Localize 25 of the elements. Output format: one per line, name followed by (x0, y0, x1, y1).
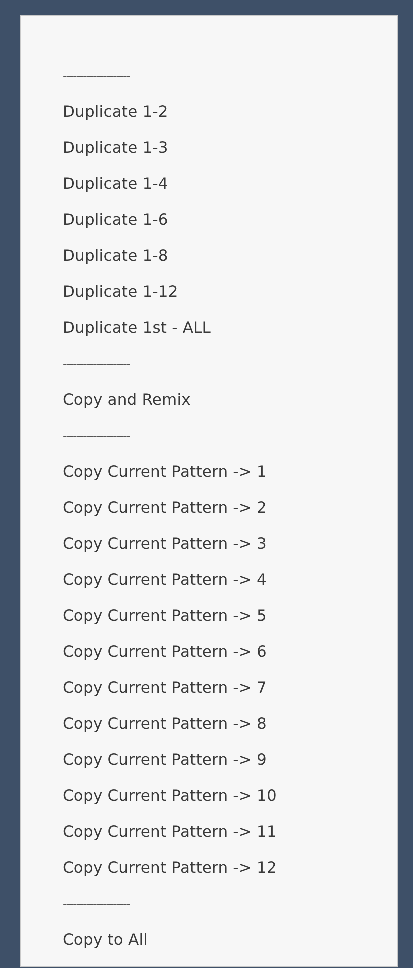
menu-item[interactable]: Copy to All (63, 930, 148, 950)
menu-separator: -------------------- (63, 70, 130, 82)
menu-item[interactable]: Copy Current Pattern -> 9 (63, 750, 267, 770)
menu-item[interactable]: Copy Current Pattern -> 8 (63, 714, 267, 734)
menu-item[interactable]: Copy Current Pattern -> 3 (63, 534, 267, 554)
menu-item[interactable]: Duplicate 1-2 (63, 102, 168, 122)
menu-item[interactable]: Duplicate 1st - ALL (63, 318, 212, 338)
menu-item[interactable]: Duplicate 1-12 (63, 282, 178, 302)
menu-item[interactable]: Copy Current Pattern -> 7 (63, 678, 267, 698)
menu-item[interactable]: Copy Current Pattern -> 6 (63, 642, 267, 662)
menu-separator: -------------------- (63, 898, 130, 910)
menu-item[interactable]: Copy Current Pattern -> 2 (63, 498, 267, 518)
menu-item[interactable]: Duplicate 1-6 (63, 210, 168, 230)
menu-item[interactable]: Copy Current Pattern -> 12 (63, 858, 277, 878)
menu-item[interactable]: Copy Current Pattern -> 10 (63, 786, 277, 806)
menu-separator: -------------------- (63, 430, 130, 442)
menu-item[interactable]: Duplicate 1-8 (63, 246, 168, 266)
menu-item[interactable]: Copy Current Pattern -> 11 (63, 822, 277, 842)
menu-item[interactable]: Copy Current Pattern -> 4 (63, 570, 267, 590)
menu-item[interactable]: Copy Current Pattern -> 5 (63, 606, 267, 626)
menu-item[interactable]: Copy Current Pattern -> 1 (63, 462, 267, 482)
menu-item[interactable]: Duplicate 1-3 (63, 138, 168, 158)
menu-item[interactable]: Duplicate 1-4 (63, 174, 168, 194)
menu-separator: -------------------- (63, 358, 130, 370)
menu-item[interactable]: Copy and Remix (63, 390, 191, 410)
